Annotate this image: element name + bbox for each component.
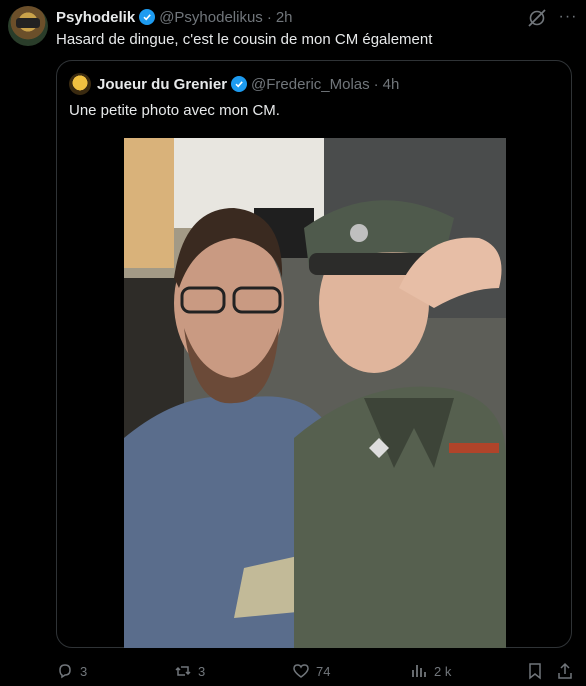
reply-button[interactable]: 3 [56, 660, 87, 682]
separator: · [266, 8, 272, 26]
share-button[interactable] [556, 660, 574, 682]
post-time[interactable]: 2h [276, 9, 293, 26]
action-bar: 3 3 74 2 k [56, 660, 576, 682]
views-count: 2 k [434, 663, 452, 679]
views-button[interactable]: 2 k [410, 660, 451, 682]
repost-count: 3 [198, 663, 206, 679]
bookmark-icon [529, 663, 541, 680]
author-name[interactable]: Psyhodelik [56, 9, 135, 26]
like-count: 74 [316, 663, 331, 679]
reply-icon [59, 664, 71, 679]
views-icon [412, 665, 426, 677]
repost-icon [175, 666, 191, 676]
bookmark-button[interactable] [526, 660, 544, 682]
verified-badge-icon [139, 9, 156, 25]
avatar[interactable] [8, 6, 48, 46]
quoted-post[interactable]: Joueur du Grenier @Frederic_Molas · 4h U… [56, 60, 572, 648]
post-header: Psyhodelik @Psyhodelikus · 2h [56, 6, 293, 28]
share-icon [558, 662, 572, 679]
like-icon [293, 664, 309, 678]
repost-button[interactable]: 3 [174, 660, 205, 682]
separator: · [373, 75, 379, 93]
post-text: Hasard de dingue, c'est le cousin de mon… [56, 31, 433, 48]
quote-header: Joueur du Grenier @Frederic_Molas · 4h [97, 73, 399, 95]
like-button[interactable]: 74 [292, 660, 330, 682]
author-handle[interactable]: @Psyhodelikus [159, 9, 263, 26]
reply-count: 3 [80, 663, 88, 679]
quote-text: Une petite photo avec mon CM. [69, 102, 280, 119]
grok-icon[interactable] [527, 8, 547, 28]
quote-photo[interactable] [124, 138, 506, 648]
verified-badge-icon [231, 76, 248, 92]
more-icon[interactable]: ··· [556, 6, 580, 28]
quote-time[interactable]: 4h [383, 76, 400, 93]
quote-avatar[interactable] [69, 73, 91, 95]
quote-author-name[interactable]: Joueur du Grenier [97, 76, 227, 93]
quote-author-handle[interactable]: @Frederic_Molas [251, 76, 370, 93]
